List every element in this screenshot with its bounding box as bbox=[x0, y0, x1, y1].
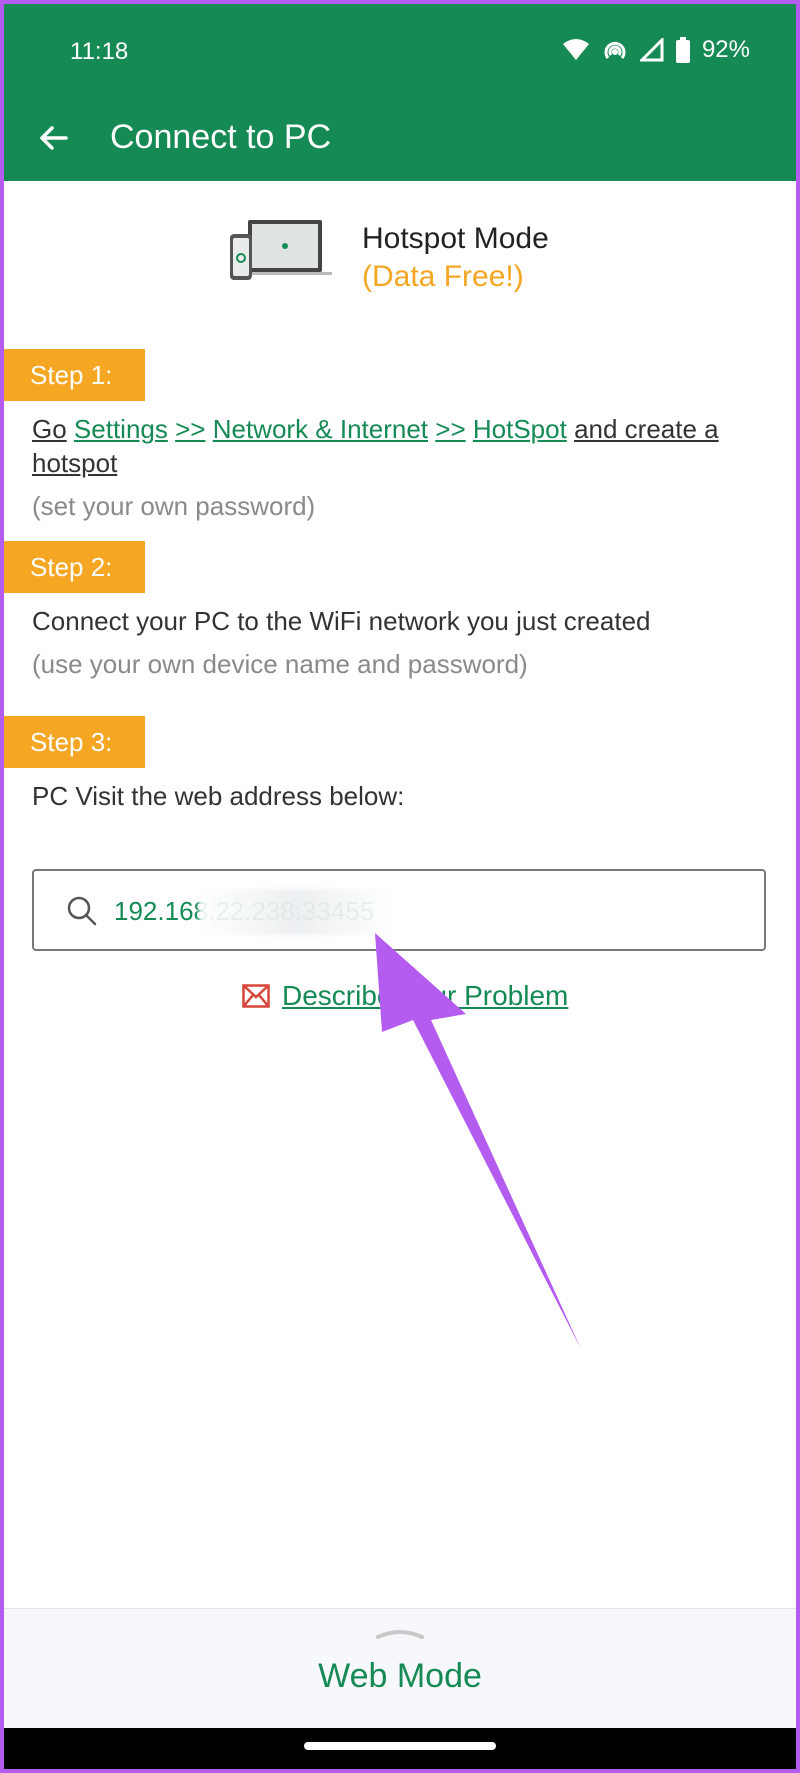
step-3-text: PC Visit the web address below: bbox=[32, 781, 405, 811]
web-mode-button[interactable]: Web Mode bbox=[4, 1657, 796, 1696]
status-time: 11:18 bbox=[70, 38, 129, 65]
address-redaction-blur bbox=[199, 889, 394, 935]
hotspot-text: hotspot bbox=[32, 448, 118, 478]
network-internet-link[interactable]: Network & Internet bbox=[213, 414, 428, 444]
battery-icon bbox=[675, 37, 690, 63]
create-text: and create a bbox=[574, 414, 719, 444]
page-title: Connect to PC bbox=[110, 118, 332, 156]
drag-handle-icon[interactable] bbox=[376, 1629, 424, 1639]
navigation-bar bbox=[4, 1728, 796, 1769]
screen: 11:18 92% Connect to PC Hotspot Mode (Da… bbox=[4, 4, 796, 1769]
hotspot-link[interactable]: HotSpot bbox=[473, 414, 567, 444]
wifi-icon bbox=[562, 39, 589, 60]
home-gesture-pill[interactable] bbox=[304, 1742, 496, 1750]
describe-problem-label[interactable]: Describe Your Problem bbox=[282, 980, 568, 1012]
app-bar: Connect to PC bbox=[4, 96, 796, 181]
step-2-text: Connect your PC to the WiFi network you … bbox=[32, 606, 651, 636]
settings-link[interactable]: Settings bbox=[74, 414, 168, 444]
separator-2: >> bbox=[435, 414, 466, 444]
status-bar: 11:18 92% bbox=[4, 4, 796, 96]
step-1-instructions-line2: hotspot bbox=[32, 448, 117, 479]
battery-percent: 92% bbox=[701, 36, 750, 63]
back-arrow-icon[interactable] bbox=[34, 118, 74, 158]
step-2-badge: Step 2: bbox=[4, 541, 145, 593]
mail-icon bbox=[242, 984, 270, 1008]
hotspot-icon bbox=[604, 41, 626, 59]
step-1-note: (set your own password) bbox=[32, 491, 316, 521]
step-1-badge: Step 1: bbox=[4, 349, 145, 401]
web-address-field[interactable]: 192.168.22.238:33455 bbox=[32, 869, 766, 951]
data-free-label: (Data Free!) bbox=[362, 260, 524, 293]
step-2-note: (use your own device name and password) bbox=[32, 649, 528, 679]
signal-icon bbox=[639, 38, 664, 62]
status-icons: 92% bbox=[562, 36, 750, 64]
hotspot-mode-title: Hotspot Mode bbox=[362, 222, 549, 255]
describe-problem-link[interactable]: Describe Your Problem bbox=[242, 980, 568, 1012]
step-1-instructions: Go Settings >> Network & Internet >> Hot… bbox=[32, 414, 719, 445]
separator-1: >> bbox=[175, 414, 206, 444]
search-icon bbox=[67, 896, 97, 926]
laptop-phone-icon bbox=[230, 220, 332, 280]
go-text: Go bbox=[32, 414, 67, 444]
step-3-badge: Step 3: bbox=[4, 716, 145, 768]
bottom-sheet[interactable]: Web Mode bbox=[4, 1608, 796, 1729]
